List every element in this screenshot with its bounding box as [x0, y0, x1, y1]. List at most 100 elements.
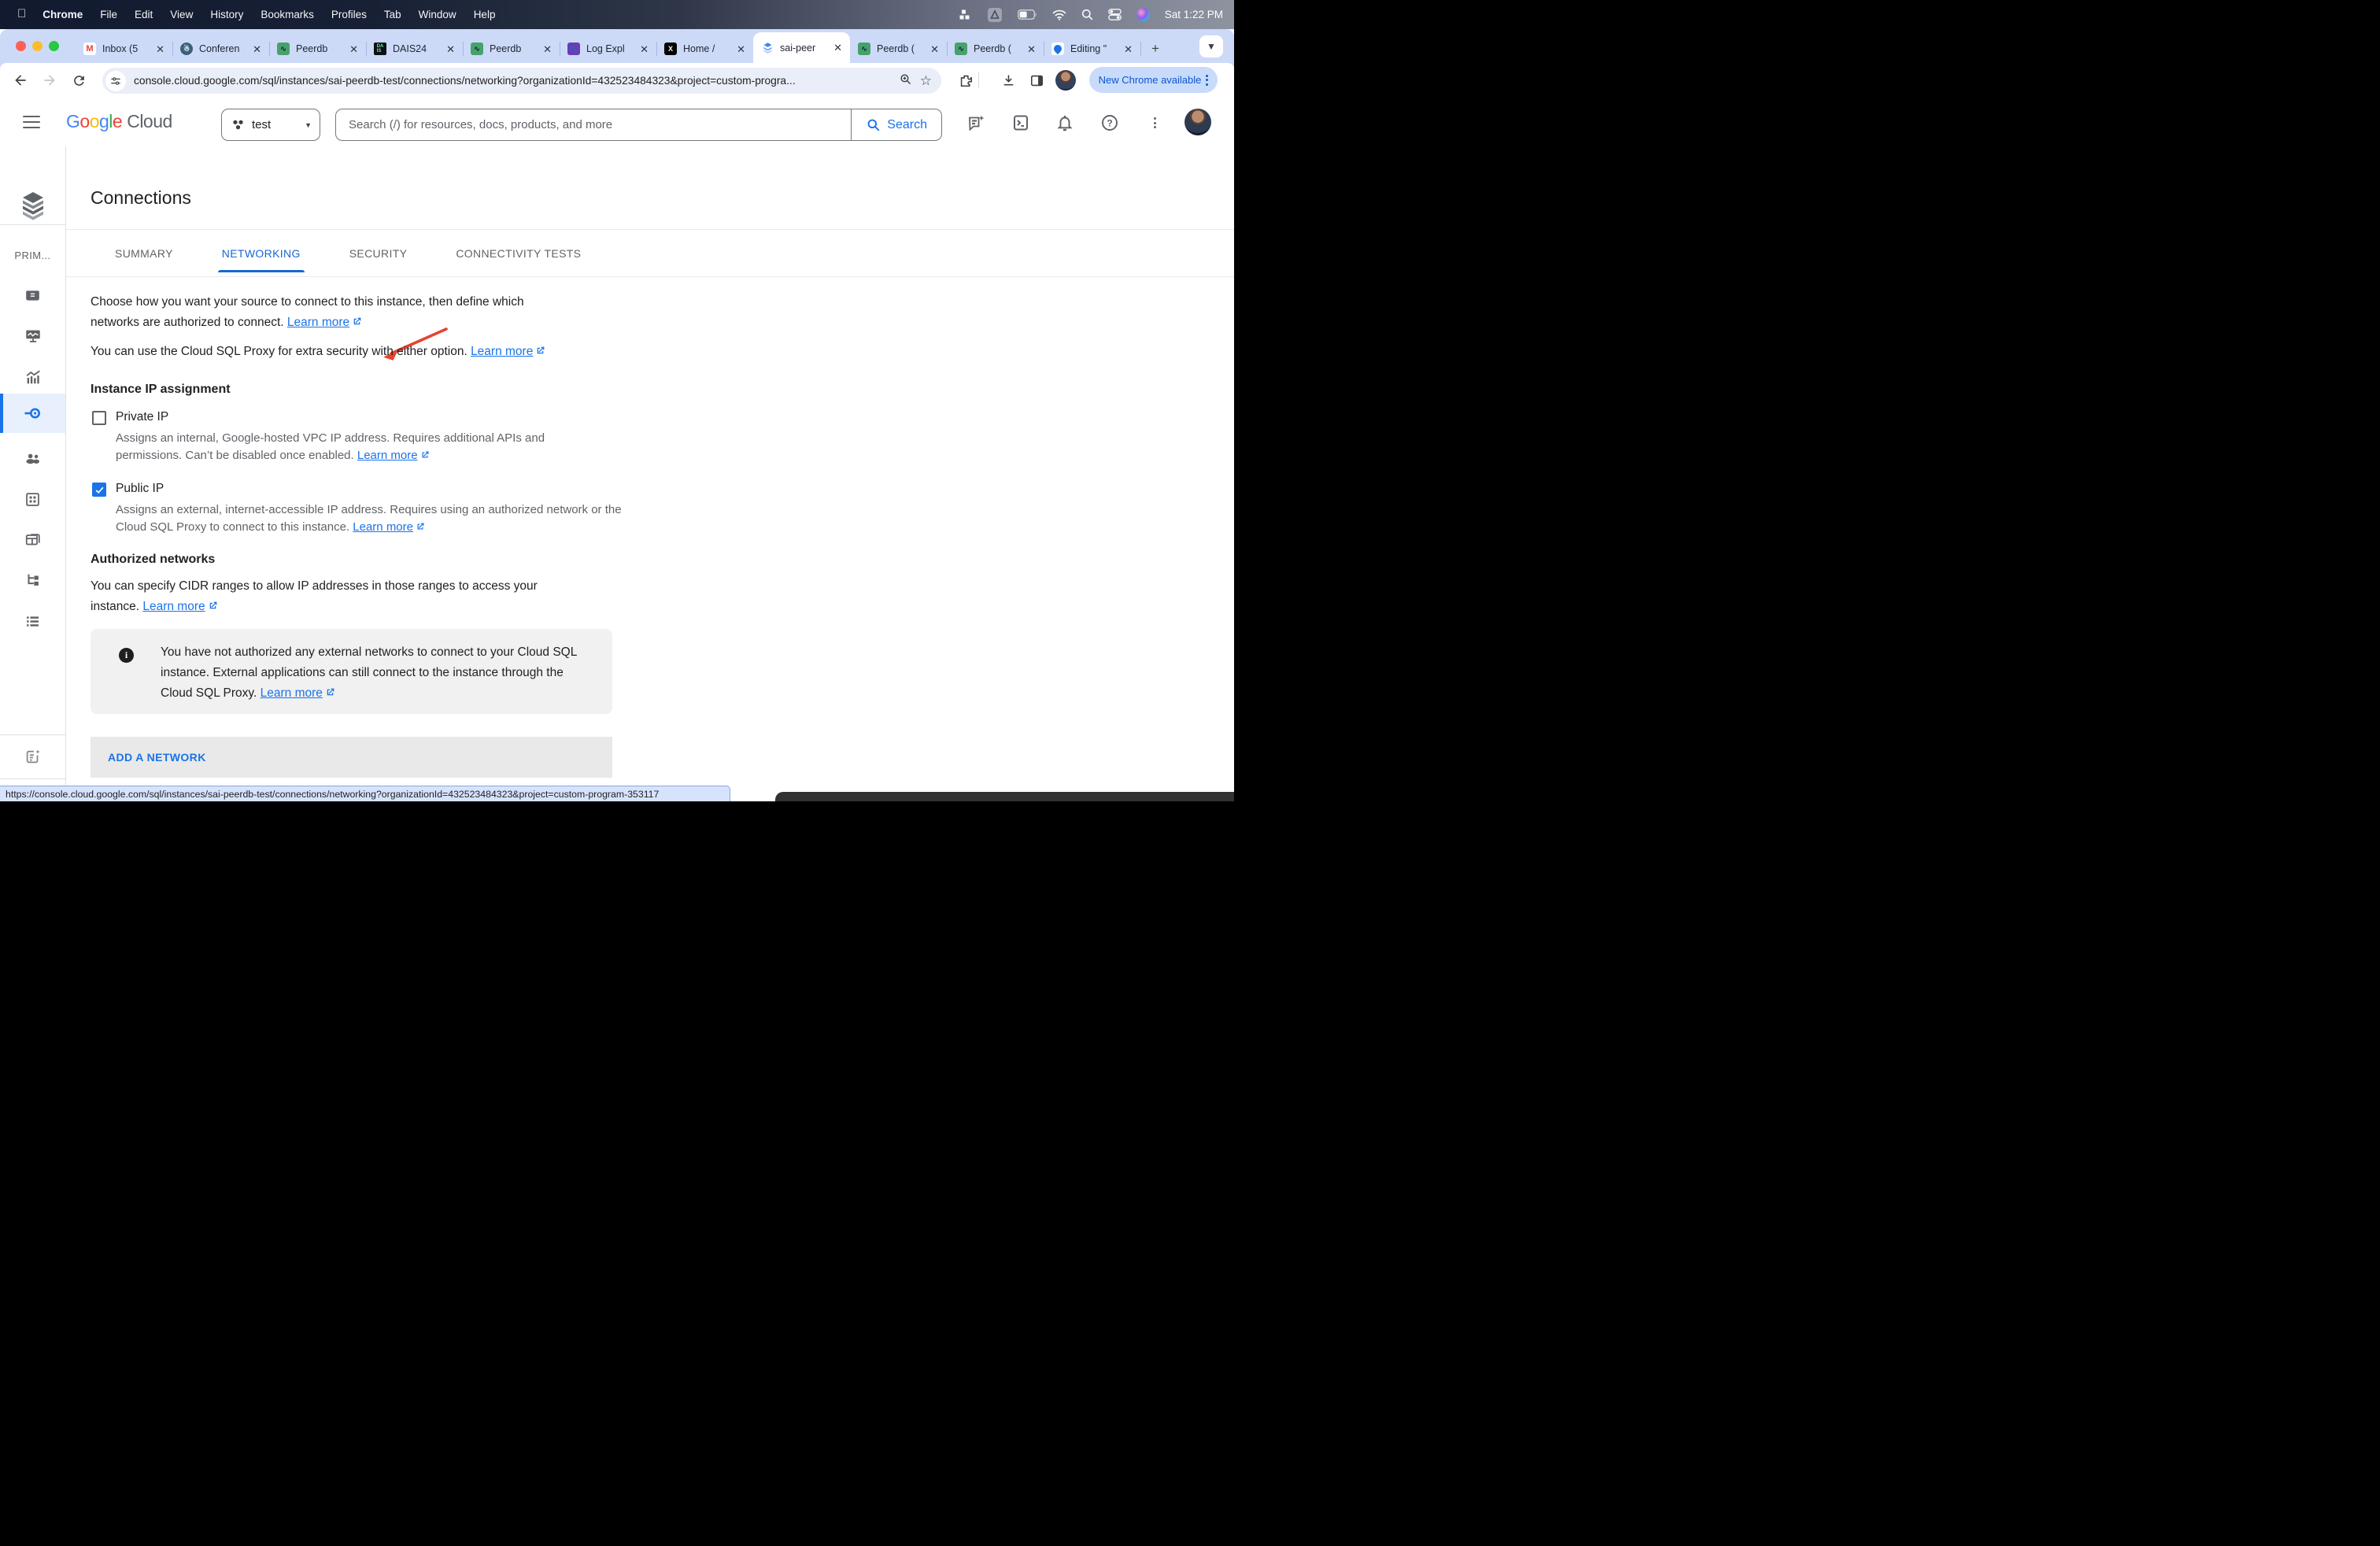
- zoom-window-button[interactable]: [49, 41, 59, 51]
- gcloud-search-field[interactable]: Search (/) for resources, docs, products…: [335, 109, 942, 141]
- tab-security[interactable]: SECURITY: [325, 240, 432, 272]
- sidebar-item-monitoring[interactable]: [0, 320, 65, 352]
- bookmark-star-icon[interactable]: ☆: [920, 74, 932, 87]
- close-tab-icon[interactable]: ✕: [735, 44, 747, 54]
- tab-summary[interactable]: SUMMARY: [91, 240, 198, 272]
- public-ip-checkbox[interactable]: [92, 483, 106, 497]
- datadog-favicon: 🐾: [567, 43, 580, 55]
- close-tab-icon[interactable]: ✕: [541, 44, 553, 54]
- tab-peerdb-1[interactable]: ∿ Peerdb ✕: [269, 35, 366, 63]
- close-window-button[interactable]: [16, 41, 26, 51]
- side-panel-icon[interactable]: [1027, 71, 1046, 90]
- omnibox[interactable]: console.cloud.google.com/sql/instances/s…: [102, 68, 941, 94]
- zoom-page-icon[interactable]: [899, 72, 912, 90]
- notifications-bell-icon[interactable]: [1055, 113, 1075, 133]
- close-tab-icon[interactable]: ✕: [1122, 44, 1134, 54]
- close-tab-icon[interactable]: ✕: [154, 44, 166, 54]
- tab-peerdb-3[interactable]: ∿ Peerdb ( ✕: [850, 35, 947, 63]
- close-tab-icon[interactable]: ✕: [445, 44, 456, 54]
- add-a-network-button[interactable]: ADD A NETWORK: [91, 737, 612, 778]
- chrome-menu-kebab-icon[interactable]: [1206, 75, 1208, 86]
- app-shield-icon[interactable]: [987, 7, 1003, 23]
- cloud-shell-icon[interactable]: [1011, 113, 1031, 133]
- spotlight-icon[interactable]: [1081, 9, 1093, 20]
- close-tab-icon[interactable]: ✕: [638, 44, 650, 54]
- menu-chrome[interactable]: Chrome: [34, 9, 91, 20]
- close-tab-icon[interactable]: ✕: [251, 44, 263, 54]
- tab-sai-peerdb-active[interactable]: sai-peer ✕: [753, 32, 850, 63]
- sidebar-item-users[interactable]: [0, 442, 65, 474]
- app-blocks-icon[interactable]: [959, 9, 972, 21]
- gcloud-search-button[interactable]: Search: [851, 109, 941, 140]
- cloud-sql-logo: [0, 188, 65, 223]
- menu-profiles[interactable]: Profiles: [323, 9, 375, 20]
- minimize-window-button[interactable]: [32, 41, 42, 51]
- sidebar-item-backups[interactable]: [0, 524, 65, 556]
- menu-bookmarks[interactable]: Bookmarks: [252, 9, 323, 20]
- download-icon[interactable]: [999, 71, 1018, 90]
- siri-icon[interactable]: [1136, 8, 1150, 21]
- sidebar-item-replicas[interactable]: [0, 564, 65, 596]
- learn-more-link[interactable]: Learn more: [261, 686, 335, 700]
- tab-search-chevron-button[interactable]: ▼: [1199, 35, 1223, 57]
- menu-help[interactable]: Help: [465, 9, 504, 20]
- nav-menu-icon[interactable]: [23, 116, 40, 128]
- sidebar-item-connections[interactable]: [0, 394, 65, 433]
- menu-window[interactable]: Window: [410, 9, 465, 20]
- sidebar-item-system-insights[interactable]: [0, 361, 65, 393]
- account-avatar[interactable]: [1184, 109, 1211, 135]
- overview-card-icon: [24, 287, 41, 304]
- tab-x-home[interactable]: X Home / ✕: [656, 35, 753, 63]
- learn-more-link[interactable]: Learn more: [287, 316, 362, 329]
- apple-logo-icon[interactable]: : [11, 7, 34, 22]
- sidebar-item-overview[interactable]: [0, 279, 65, 311]
- tab-networking[interactable]: NETWORKING: [198, 240, 325, 272]
- site-settings-icon[interactable]: [105, 71, 126, 91]
- caret-down-icon: ▼: [305, 121, 312, 129]
- help-icon[interactable]: ?: [1099, 113, 1120, 133]
- tab-dais[interactable]: DAIS DAIS24 ✕: [366, 35, 463, 63]
- menu-view[interactable]: View: [161, 9, 201, 20]
- sidebar-item-release-notes[interactable]: [0, 741, 65, 772]
- backups-icon: [24, 531, 42, 549]
- learn-more-link[interactable]: Learn more: [142, 600, 217, 613]
- sidebar-item-databases[interactable]: [0, 483, 65, 515]
- forward-icon[interactable]: [40, 71, 59, 90]
- google-cloud-logo[interactable]: GoogleCloud: [66, 111, 172, 132]
- tab-conference[interactable]: ☃ Conferen ✕: [172, 35, 269, 63]
- gemini-chat-icon[interactable]: [966, 113, 986, 133]
- x-favicon: X: [664, 43, 677, 55]
- learn-more-link[interactable]: Learn more: [471, 345, 545, 358]
- close-tab-icon[interactable]: ✕: [1026, 44, 1037, 54]
- header-kebab-icon[interactable]: [1144, 113, 1165, 133]
- url-text[interactable]: console.cloud.google.com/sql/instances/s…: [134, 75, 893, 87]
- battery-icon[interactable]: [1018, 9, 1037, 20]
- menu-history[interactable]: History: [201, 9, 252, 20]
- close-tab-icon[interactable]: ✕: [929, 44, 941, 54]
- wifi-icon[interactable]: [1052, 9, 1066, 20]
- close-tab-icon[interactable]: ✕: [832, 43, 844, 53]
- private-ip-checkbox[interactable]: [92, 411, 106, 425]
- profile-avatar[interactable]: [1055, 70, 1076, 91]
- tab-editing-map[interactable]: Editing " ✕: [1044, 35, 1140, 63]
- back-icon[interactable]: [11, 71, 30, 90]
- close-tab-icon[interactable]: ✕: [348, 44, 360, 54]
- sidebar-item-operations[interactable]: [0, 605, 65, 637]
- extensions-puzzle-icon[interactable]: [956, 71, 975, 90]
- tab-connectivity-tests[interactable]: CONNECTIVITY TESTS: [431, 240, 605, 272]
- new-chrome-available-button[interactable]: New Chrome available: [1089, 67, 1218, 93]
- learn-more-link[interactable]: Learn more: [357, 449, 430, 462]
- menu-file[interactable]: File: [91, 9, 126, 20]
- tab-peerdb-4[interactable]: ∿ Peerdb ( ✕: [947, 35, 1044, 63]
- control-center-icon[interactable]: [1108, 9, 1122, 20]
- project-picker[interactable]: test ▼: [221, 109, 320, 141]
- new-tab-button[interactable]: +: [1145, 39, 1166, 59]
- browser-toolbar: console.cloud.google.com/sql/instances/s…: [0, 63, 1234, 98]
- tab-inbox[interactable]: M Inbox (5 ✕: [76, 35, 172, 63]
- menu-edit[interactable]: Edit: [126, 9, 161, 20]
- tab-log-explorer[interactable]: 🐾 Log Expl ✕: [560, 35, 656, 63]
- menu-tab[interactable]: Tab: [375, 9, 410, 20]
- learn-more-link[interactable]: Learn more: [353, 520, 425, 534]
- tab-peerdb-2[interactable]: ∿ Peerdb ✕: [463, 35, 560, 63]
- reload-icon[interactable]: [69, 71, 88, 90]
